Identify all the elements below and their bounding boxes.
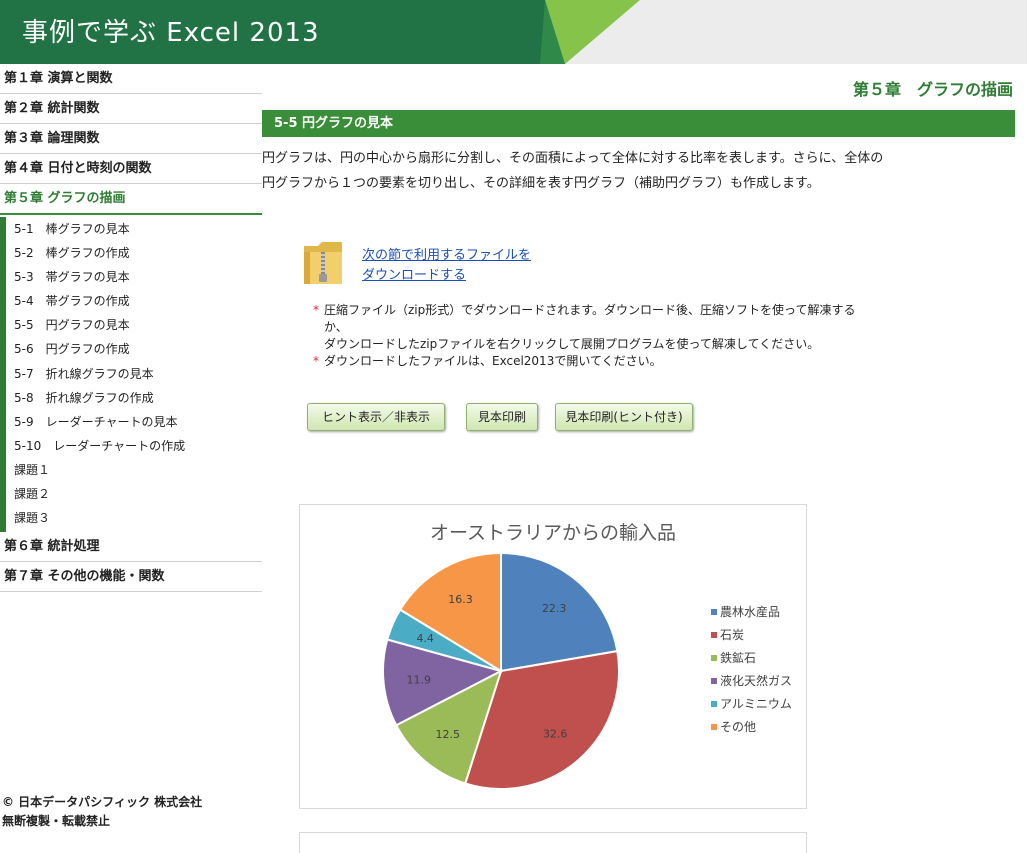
chapter-heading: 第５章 グラフの描画 bbox=[852, 80, 1013, 99]
pie-slices bbox=[382, 551, 620, 790]
sidebar-subitem-5-5[interactable]: 5-5 円グラフの見本 bbox=[6, 313, 262, 337]
hint-toggle-button[interactable]: ヒント表示／非表示 bbox=[307, 403, 445, 431]
sidebar-subitem-5-10[interactable]: 5-10 レーダーチャートの作成 bbox=[6, 434, 262, 458]
sidebar-subnav: 5-1 棒グラフの見本 5-2 棒グラフの作成 5-3 帯グラフの見本 5-4 … bbox=[0, 217, 262, 533]
print-sample-with-hint-button[interactable]: 見本印刷(ヒント付き) bbox=[555, 403, 693, 431]
sidebar-chapter-6[interactable]: 第６章 統計処理 bbox=[0, 532, 262, 563]
sidebar-subitem-5-4[interactable]: 5-4 帯グラフの作成 bbox=[6, 289, 262, 313]
download-link-line-2: ダウンロードする bbox=[362, 268, 467, 283]
pie-data-label-6: 16.3 bbox=[448, 593, 473, 606]
sidebar-subitem-task-2[interactable]: 課題２ bbox=[6, 482, 262, 506]
sidebar-chapter-7[interactable]: 第７章 その他の機能・関数 bbox=[0, 562, 262, 593]
copyright-notice: © 日本データパシフィック 株式会社 無断複製・転載禁止 bbox=[2, 793, 202, 831]
note-2-text: ダウンロードしたファイルは、Excel2013で開いてください。 bbox=[324, 354, 662, 368]
intro-text: 円グラフは、円の中心から扇形に分割し、その面積によって全体に対する比率を表します… bbox=[262, 146, 1002, 196]
copyright-no-reproduction: 無断複製・転載禁止 bbox=[2, 814, 111, 828]
pie-chart-panel: オーストラリアからの輸入品 22.3 32.6 12.5 11.9 4.4 16.3 農林… bbox=[299, 504, 807, 809]
pie-data-label-1: 22.3 bbox=[542, 602, 567, 615]
intro-line-2: 円グラフから１つの要素を切り出し、その詳細を表す円グラフ（補助円グラフ）も作成し… bbox=[262, 176, 820, 191]
sidebar-subitem-5-3[interactable]: 5-3 帯グラフの見本 bbox=[6, 265, 262, 289]
pie-data-label-3: 12.5 bbox=[436, 728, 461, 741]
pie-data-label-2: 32.6 bbox=[543, 727, 568, 740]
legend-label-5: アルミニウム bbox=[720, 697, 792, 711]
legend-label-4: 液化天然ガス bbox=[720, 673, 792, 688]
next-chart-panel-edge bbox=[299, 832, 807, 853]
section-title: 5-5 円グラフの見本 bbox=[274, 116, 394, 131]
sidebar-nav: 第１章 演算と関数 第２章 統計関数 第３章 論理関数 第４章 日付と時刻の関数… bbox=[0, 64, 262, 593]
section-header-bar: 5-5 円グラフの見本 bbox=[262, 110, 1015, 137]
pie-data-label-4: 11.9 bbox=[407, 674, 432, 687]
note-1-line-2: か、 bbox=[324, 320, 348, 334]
sidebar-subitem-5-1[interactable]: 5-1 棒グラフの見本 bbox=[6, 217, 262, 241]
sidebar-chapter-4[interactable]: 第４章 日付と時刻の関数 bbox=[0, 154, 262, 184]
legend-swatch-3 bbox=[711, 655, 717, 661]
sidebar-subitem-5-2[interactable]: 5-2 棒グラフの作成 bbox=[6, 241, 262, 265]
download-files-link[interactable]: 次の節で利用するファイルを ダウンロードする bbox=[362, 246, 531, 286]
sidebar-subitem-5-6[interactable]: 5-6 円グラフの作成 bbox=[6, 337, 262, 361]
note-1-line-1: 圧縮ファイル（zip形式）でダウンロードされます。ダウンロード後、圧縮ソフトを使… bbox=[324, 303, 856, 317]
download-block: 次の節で利用するファイルを ダウンロードする bbox=[300, 238, 560, 290]
site-title[interactable]: 事例で学ぶ Excel 2013 bbox=[22, 12, 320, 49]
copyright-company: © 日本データパシフィック 株式会社 bbox=[2, 795, 203, 809]
intro-line-1: 円グラフは、円の中心から扇形に分割し、その面積によって全体に対する比率を表します… bbox=[262, 151, 884, 166]
pie-chart: オーストラリアからの輸入品 22.3 32.6 12.5 11.9 4.4 16.3 農林… bbox=[382, 522, 792, 790]
sidebar-subitem-task-1[interactable]: 課題１ bbox=[6, 458, 262, 482]
legend-label-3: 鉄鉱石 bbox=[720, 650, 756, 665]
zip-folder-icon[interactable] bbox=[300, 238, 346, 288]
legend-swatch-1 bbox=[711, 609, 717, 615]
chart-legend: 農林水産品石炭鉄鉱石液化天然ガスアルミニウムその他 bbox=[711, 604, 792, 734]
legend-label-2: 石炭 bbox=[720, 628, 744, 642]
sidebar-subitem-task-3[interactable]: 課題３ bbox=[6, 506, 262, 530]
note-item-1: * 圧縮ファイル（zip形式）でダウンロードされます。ダウンロード後、圧縮ソフト… bbox=[313, 302, 913, 319]
sidebar-chapter-3[interactable]: 第３章 論理関数 bbox=[0, 124, 262, 154]
sidebar-subitem-5-7[interactable]: 5-7 折れ線グラフの見本 bbox=[6, 362, 262, 386]
note-item-2: * ダウンロードしたファイルは、Excel2013で開いてください。 bbox=[313, 353, 913, 370]
chart-title: オーストラリアからの輸入品 bbox=[430, 522, 676, 544]
pie-data-label-5: 4.4 bbox=[416, 632, 434, 645]
legend-swatch-4 bbox=[711, 678, 717, 684]
sidebar-chapter-1[interactable]: 第１章 演算と関数 bbox=[0, 64, 262, 94]
sidebar-subitem-5-9[interactable]: 5-9 レーダーチャートの見本 bbox=[6, 410, 262, 434]
legend-label-6: その他 bbox=[720, 720, 756, 734]
legend-swatch-5 bbox=[711, 701, 717, 707]
legend-label-1: 農林水産品 bbox=[720, 604, 780, 619]
download-notes: * 圧縮ファイル（zip形式）でダウンロードされます。ダウンロード後、圧縮ソフト… bbox=[313, 302, 913, 370]
site-header: 事例で学ぶ Excel 2013 bbox=[0, 0, 1027, 64]
note-asterisk-icon: * bbox=[313, 303, 319, 317]
note-asterisk-icon: * bbox=[313, 354, 319, 368]
sidebar-chapter-5-active[interactable]: 第５章 グラフの描画 bbox=[0, 184, 262, 215]
legend-swatch-2 bbox=[711, 632, 717, 638]
download-link-line-1: 次の節で利用するファイルを bbox=[362, 248, 532, 263]
legend-swatch-6 bbox=[711, 724, 717, 730]
note-1-line-3: ダウンロードしたzipファイルを右クリックして展開プログラムを使って解凍してくだ… bbox=[324, 337, 820, 351]
sidebar-chapter-2[interactable]: 第２章 統計関数 bbox=[0, 94, 262, 124]
sidebar-subitem-5-8[interactable]: 5-8 折れ線グラフの作成 bbox=[6, 386, 262, 410]
print-sample-button[interactable]: 見本印刷 bbox=[466, 403, 538, 431]
